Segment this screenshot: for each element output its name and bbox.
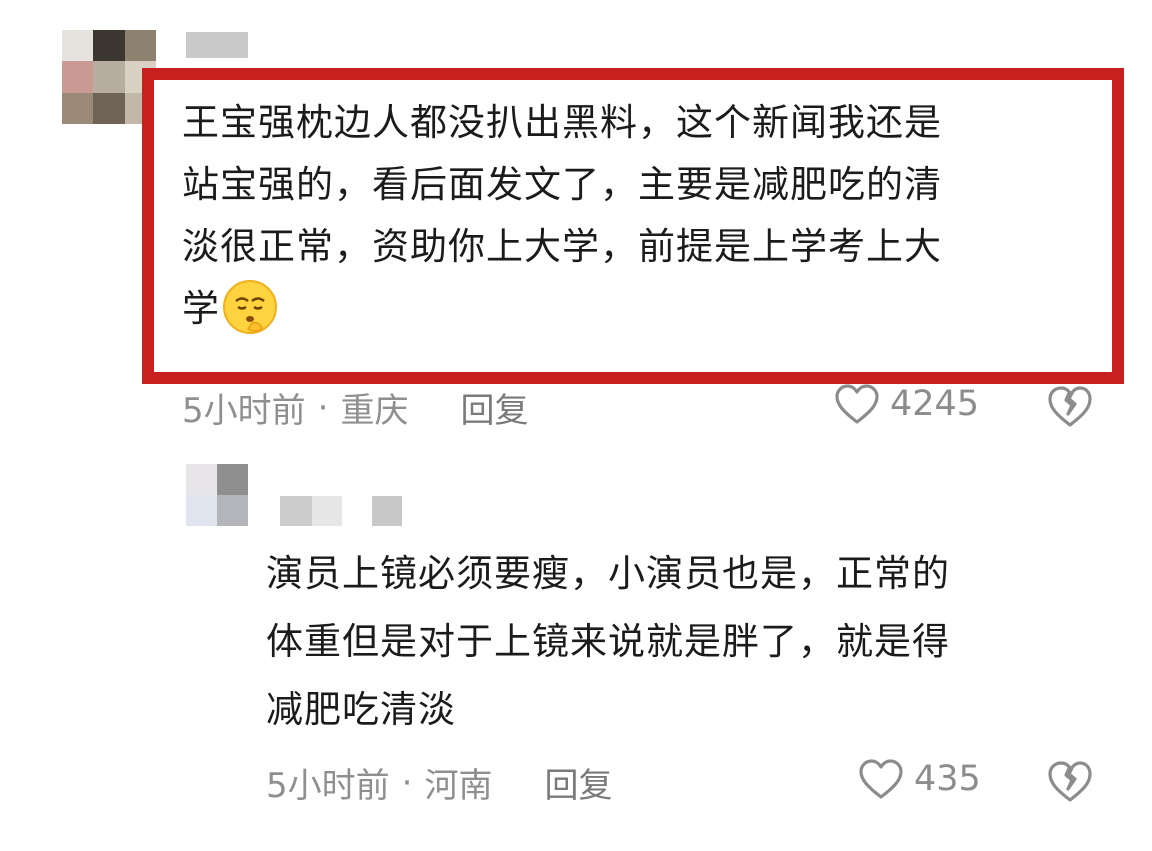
comment-body: 王宝强枕边人都没扒出黑料，这个新闻我还是 站宝强的，看后面发文了，主要是减肥吃的… — [182, 92, 942, 340]
like-count: 4245 — [890, 384, 980, 424]
comment-meta: 5小时前 · 重庆 回复 — [182, 383, 528, 432]
heart-outline-icon — [835, 384, 879, 424]
reply-location: 河南 — [424, 766, 493, 806]
reply-time: 5小时前 — [266, 766, 390, 806]
comment-line: 王宝强枕边人都没扒出黑料，这个新闻我还是 — [182, 101, 942, 144]
reply-username-blurred-part — [312, 496, 342, 526]
heart-outline-icon — [859, 759, 903, 799]
comment-location: 重庆 — [340, 391, 409, 431]
meta-separator: · — [401, 762, 413, 803]
comment-line: 学 — [182, 287, 220, 330]
reply-line: 减肥吃清淡 — [266, 688, 456, 731]
reply-dislike-button[interactable] — [1046, 759, 1094, 807]
broken-heart-icon — [1048, 386, 1092, 427]
reply-button[interactable]: 回复 — [460, 383, 528, 432]
reply-line: 体重但是对于上镜来说就是胖了，就是得 — [266, 620, 950, 663]
broken-heart-icon — [1048, 761, 1092, 802]
reply-meta: 5小时前 · 河南 回复 — [266, 758, 612, 807]
shushing-face-emoji-icon — [222, 279, 278, 335]
dislike-button[interactable] — [1046, 384, 1094, 432]
reply-body: 演员上镜必须要瘦，小演员也是，正常的 体重但是对于上镜来说就是胖了，就是得 减肥… — [266, 540, 950, 744]
reply-button[interactable]: 回复 — [544, 758, 612, 807]
like-button[interactable]: 4245 — [834, 383, 979, 425]
reply-target-blurred[interactable] — [372, 496, 402, 526]
meta-separator: · — [317, 387, 329, 428]
reply-commenter-avatar[interactable] — [186, 464, 248, 526]
commenter-username-blurred[interactable] — [186, 32, 248, 58]
comment-time: 5小时前 — [182, 391, 306, 431]
comment-line: 淡很正常，资助你上大学，前提是上学考上大 — [182, 225, 942, 268]
reply-like-count: 435 — [914, 759, 981, 799]
comment-line: 站宝强的，看后面发文了，主要是减肥吃的清 — [182, 163, 942, 206]
reply-like-button[interactable]: 435 — [858, 758, 981, 800]
reply-line: 演员上镜必须要瘦，小演员也是，正常的 — [266, 552, 950, 595]
